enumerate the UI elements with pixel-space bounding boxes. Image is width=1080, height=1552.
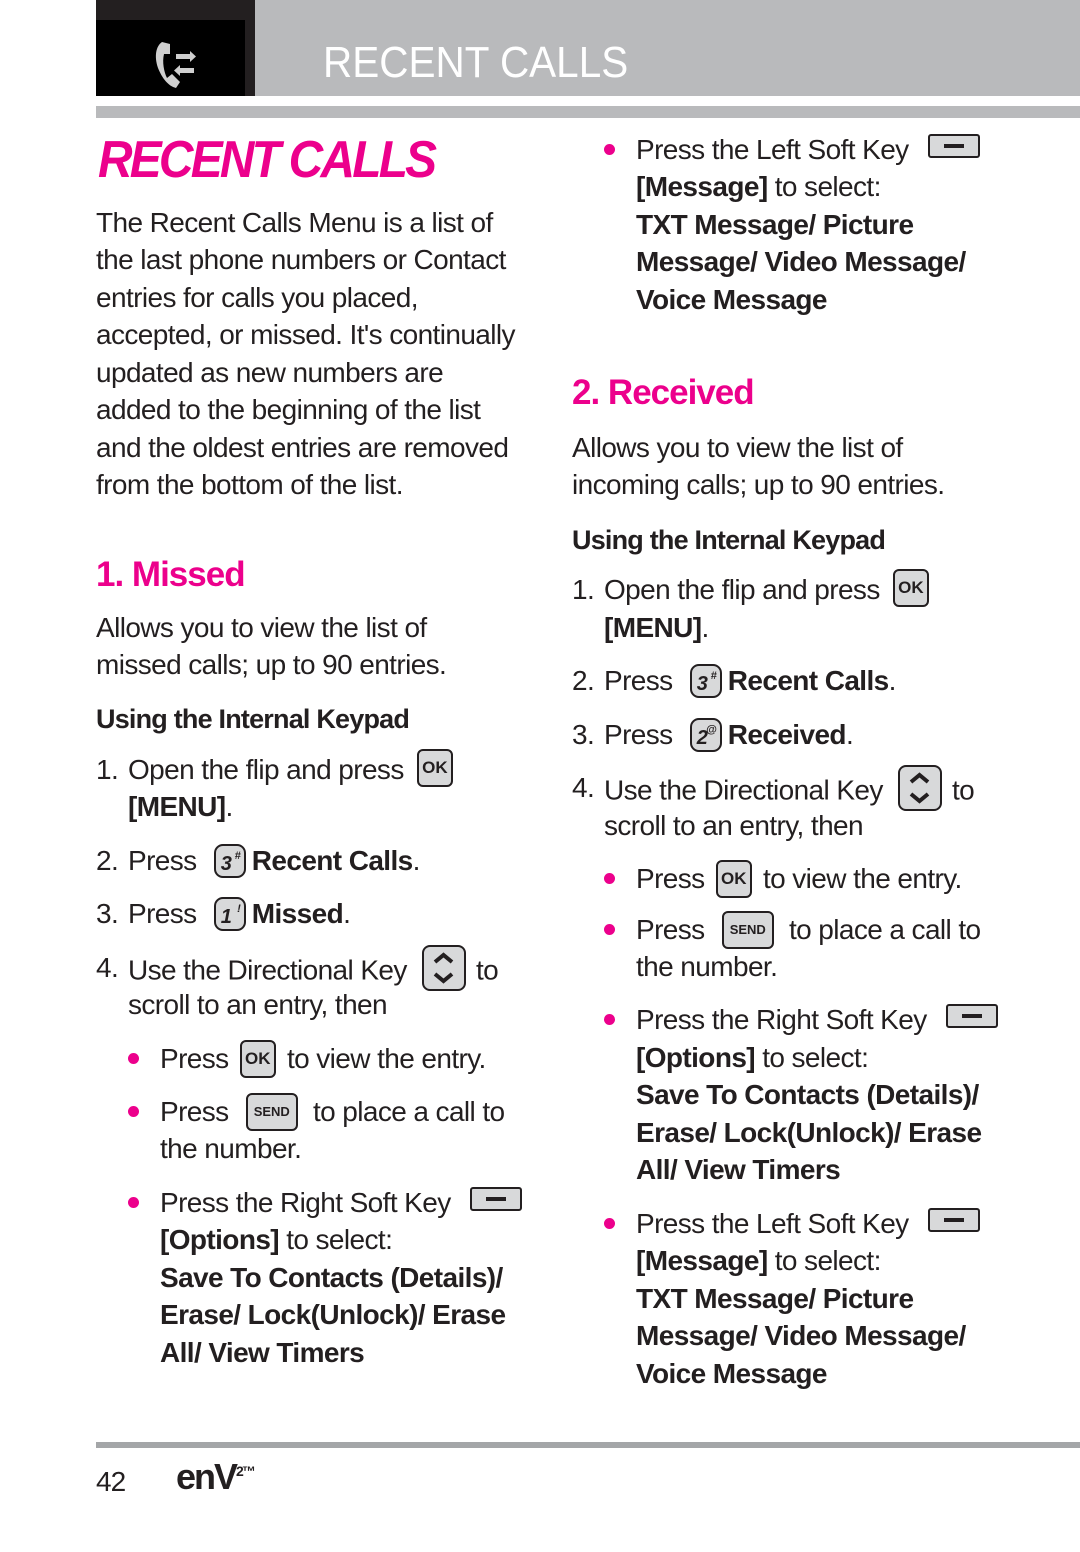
right-soft-key-icon (945, 1003, 998, 1028)
intro-line: entries for calls you placed, (96, 282, 418, 313)
step-number: 3. (572, 719, 595, 750)
bullet-dot (604, 873, 615, 884)
received-desc-line: Allows you to view the list of (572, 432, 903, 463)
intro-line: the last phone numbers or Contact (96, 244, 506, 275)
step-text: Press (128, 898, 197, 929)
bullet-dot (128, 1053, 139, 1064)
directional-key-icon (897, 765, 942, 811)
received-subtitle: Using the Internal Keypad (572, 525, 886, 555)
send-key-icon: SEND (721, 910, 774, 949)
bullet-dot (128, 1106, 139, 1117)
step-number: 4. (96, 952, 119, 983)
directional-key-icon (421, 945, 466, 991)
step-text: Press (604, 665, 673, 696)
ok-key-icon: OK (239, 1039, 276, 1078)
right-soft-key-icon (469, 1186, 522, 1211)
missed-desc-line: Allows you to view the list of (96, 612, 427, 643)
bullet-dot (604, 924, 615, 935)
received-desc-line: incoming calls; up to 90 entries. (572, 469, 945, 500)
step-text: Open the flip and press (604, 574, 880, 605)
intro-line: accepted, or missed. It's continually (96, 319, 516, 350)
ok-key-icon: OK (416, 748, 453, 787)
bullet-dot (604, 1218, 615, 1229)
message-label: [Message] (636, 1245, 768, 1276)
intro-line: and the oldest entries are removed (96, 432, 509, 463)
menu-label: [MENU] (604, 612, 702, 643)
step-number: 2. (572, 665, 595, 696)
intro-line: updated as new numbers are (96, 357, 444, 388)
page-title: RECENT CALLS (98, 131, 437, 189)
menu-option-label: Missed (251, 898, 344, 929)
step-text: Open the flip and press (128, 754, 404, 785)
menu-option-label: Recent Calls (727, 665, 889, 696)
received-section-title: 2. Received (572, 373, 755, 412)
brand-logo: enV2™ (176, 1456, 256, 1497)
left-soft-key-icon (927, 1207, 980, 1232)
options-label: [Options] (636, 1042, 756, 1073)
step-number: 3. (96, 898, 119, 929)
step-text: Use the Directional Key (128, 954, 407, 986)
step-number: 1. (572, 574, 595, 605)
page-number: 42 (96, 1466, 126, 1497)
missed-desc-line: missed calls; up to 90 entries. (96, 649, 447, 680)
key-1-icon: 1! (213, 896, 246, 931)
header-title: RECENT CALLS (323, 38, 629, 87)
step-number: 1. (96, 754, 119, 785)
step-text: Press (128, 845, 197, 876)
left-soft-key-icon (927, 133, 980, 158)
intro-line: from the bottom of the list. (96, 469, 404, 500)
bullet-dot (604, 144, 615, 155)
step-number: 4. (572, 772, 595, 803)
header-divider (96, 106, 1080, 118)
bullet-dot (604, 1014, 615, 1025)
intro-line: added to the beginning of the list (96, 394, 481, 425)
missed-section-title: 1. Missed (96, 555, 246, 594)
step-number: 2. (96, 845, 119, 876)
key-2-icon: 2 @ (689, 717, 722, 752)
bullet-dot (128, 1197, 139, 1208)
key-3-icon: 3 # (689, 663, 722, 698)
intro-line: The Recent Calls Menu is a list of (96, 207, 493, 238)
step-text: Use the Directional Key (604, 774, 883, 806)
step-text: Press (604, 719, 673, 750)
recent-calls-phone-icon (155, 42, 196, 88)
missed-subtitle: Using the Internal Keypad (96, 704, 410, 734)
message-label: [Message] (636, 171, 768, 202)
ok-key-icon: OK (892, 568, 929, 607)
ok-key-icon: OK (715, 859, 752, 898)
key-3-icon: 3 # (213, 843, 246, 878)
menu-label: [MENU] (128, 791, 226, 822)
send-key-icon: SEND (245, 1092, 298, 1131)
menu-option-label: Received (727, 719, 847, 750)
options-label: [Options] (160, 1224, 280, 1255)
footer-divider (96, 1442, 1080, 1448)
menu-option-label: Recent Calls (251, 845, 413, 876)
